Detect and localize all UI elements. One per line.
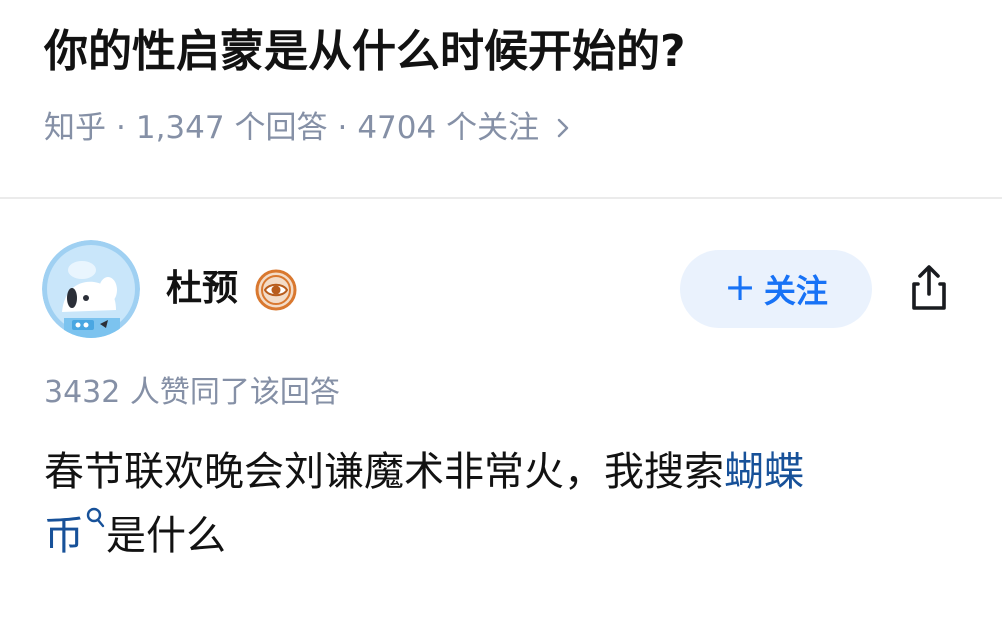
source-label: 知乎: [44, 110, 106, 146]
answers-count: 1,347 个回答: [135, 110, 328, 146]
question-title: 你的性启蒙是从什么时候开始的?: [44, 26, 686, 77]
answer-text: 是什么: [106, 513, 226, 559]
answer-text: 春节联欢晚会刘谦魔术非常火，我搜索: [44, 449, 724, 495]
meta-separator: ·: [116, 110, 126, 146]
author-avatar[interactable]: [42, 240, 140, 338]
followers-count: 4704 个关注: [357, 110, 540, 146]
meta-separator: ·: [337, 110, 348, 146]
author-name[interactable]: 杜预: [166, 264, 238, 314]
question-meta[interactable]: 知乎 · 1,347 个回答 · 4704 个关注: [44, 106, 575, 150]
divider: [0, 197, 1002, 199]
chevron-right-icon: [557, 118, 569, 138]
answer-line: 币 是什么: [44, 504, 944, 568]
plus-icon: +: [724, 265, 756, 309]
astronaut-dog-avatar-icon: [42, 240, 140, 338]
vote-count: 3432 人赞同了该回答: [44, 375, 340, 410]
search-link[interactable]: 币: [44, 513, 84, 559]
share-icon[interactable]: [902, 262, 956, 316]
search-link[interactable]: 蝴蝶: [724, 449, 804, 495]
eye-badge-icon: [255, 269, 297, 311]
follow-label: 关注: [763, 272, 828, 310]
answer-line: 春节联欢晚会刘谦魔术非常火，我搜索蝴蝶: [44, 440, 944, 504]
follow-button[interactable]: + 关注: [680, 250, 872, 328]
answer-body: 春节联欢晚会刘谦魔术非常火，我搜索蝴蝶 币 是什么: [44, 440, 944, 568]
search-icon[interactable]: [84, 506, 106, 532]
